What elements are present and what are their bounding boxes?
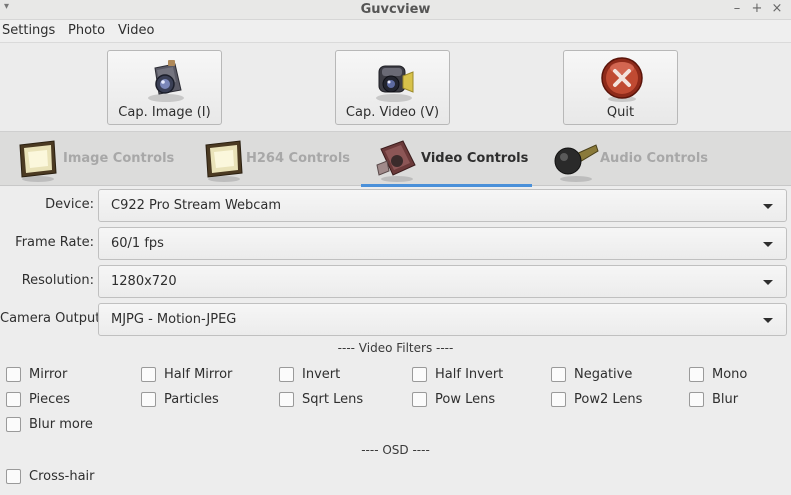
checkbox[interactable] bbox=[6, 417, 21, 432]
video-camera-icon bbox=[376, 65, 414, 102]
filter-label: Mono bbox=[712, 367, 748, 382]
tab-h264-controls[interactable]: H264 Controls bbox=[200, 132, 360, 186]
filter-label: Half Invert bbox=[435, 367, 504, 382]
chevron-down-icon bbox=[763, 204, 773, 209]
checkbox[interactable] bbox=[689, 367, 704, 382]
checkbox[interactable] bbox=[412, 367, 427, 382]
quit-button[interactable]: Quit bbox=[563, 50, 678, 125]
cap-image-label: Cap. Image (I) bbox=[118, 105, 211, 120]
checkbox[interactable] bbox=[141, 367, 156, 382]
frame-rate-combo[interactable]: 60/1 fps bbox=[98, 227, 787, 260]
checkbox[interactable] bbox=[412, 392, 427, 407]
checkbox[interactable] bbox=[279, 392, 294, 407]
cap-video-button[interactable]: Cap. Video (V) bbox=[335, 50, 450, 125]
filter-label: Particles bbox=[164, 392, 219, 407]
resolution-label: Resolution: bbox=[21, 273, 94, 288]
video-controls-panel: Device: C922 Pro Stream Webcam Frame Rat… bbox=[0, 187, 791, 495]
device-combo[interactable]: C922 Pro Stream Webcam bbox=[98, 189, 787, 222]
tab-audio-controls[interactable]: Audio Controls bbox=[552, 132, 722, 186]
menu-video[interactable]: Video bbox=[118, 23, 154, 38]
tab-image-controls[interactable]: Image Controls bbox=[14, 132, 184, 186]
chevron-down-icon bbox=[763, 318, 773, 323]
device-value: C922 Pro Stream Webcam bbox=[111, 198, 282, 213]
checkbox[interactable] bbox=[141, 392, 156, 407]
camera-output-combo[interactable]: MJPG - Motion-JPEG bbox=[98, 303, 787, 336]
filter-label: Pow Lens bbox=[435, 392, 496, 407]
cap-video-label: Cap. Video (V) bbox=[345, 105, 440, 120]
resolution-combo[interactable]: 1280x720 bbox=[98, 265, 787, 298]
checkbox[interactable] bbox=[6, 367, 21, 382]
filter-label: Invert bbox=[302, 367, 341, 382]
tab-h264-controls-label: H264 Controls bbox=[246, 151, 351, 166]
tab-bar: Image Controls H264 Controls Video Contr… bbox=[0, 131, 791, 187]
quit-label: Quit bbox=[606, 105, 635, 120]
window-title: Guvcview bbox=[360, 2, 431, 17]
filter-label: Blur more bbox=[29, 417, 93, 432]
checkbox[interactable] bbox=[6, 392, 21, 407]
checkbox[interactable] bbox=[279, 367, 294, 382]
filter-label: Blur bbox=[712, 392, 739, 407]
menu-bar: Settings Photo Video bbox=[0, 20, 791, 43]
filter-label: Sqrt Lens bbox=[302, 392, 364, 407]
image-controls-icon bbox=[19, 140, 57, 182]
tab-image-controls-label: Image Controls bbox=[63, 151, 175, 166]
checkbox[interactable] bbox=[551, 367, 566, 382]
checkbox[interactable] bbox=[551, 392, 566, 407]
close-icon[interactable]: × bbox=[770, 1, 784, 17]
video-filters-heading: ---- Video Filters ---- bbox=[337, 341, 454, 355]
menu-settings[interactable]: Settings bbox=[2, 23, 55, 38]
video-controls-icon bbox=[376, 140, 416, 182]
filter-label: Negative bbox=[574, 367, 633, 382]
chevron-down-icon bbox=[763, 280, 773, 285]
cap-image-button[interactable]: Cap. Image (I) bbox=[107, 50, 222, 125]
frame-rate-value: 60/1 fps bbox=[111, 236, 164, 251]
maximize-icon[interactable]: + bbox=[750, 1, 764, 17]
osd-label: Cross-hair bbox=[29, 469, 95, 484]
osd-heading: ---- OSD ---- bbox=[361, 443, 430, 457]
frame-rate-label: Frame Rate: bbox=[15, 235, 94, 250]
filter-label: Mirror bbox=[29, 367, 68, 382]
checkbox[interactable] bbox=[6, 469, 21, 484]
filter-label: Pow2 Lens bbox=[574, 392, 643, 407]
filter-label: Half Mirror bbox=[164, 367, 233, 382]
menu-photo[interactable]: Photo bbox=[68, 23, 105, 38]
title-bar: ▾ Guvcview – + × bbox=[0, 0, 791, 20]
checkbox[interactable] bbox=[689, 392, 704, 407]
camera-icon bbox=[148, 60, 184, 102]
h264-controls-icon bbox=[205, 140, 243, 182]
tab-video-controls[interactable]: Video Controls bbox=[361, 132, 532, 187]
microphone-icon bbox=[554, 144, 599, 182]
camera-output-value: MJPG - Motion-JPEG bbox=[111, 312, 237, 327]
quit-icon bbox=[601, 57, 643, 102]
resolution-value: 1280x720 bbox=[111, 274, 177, 289]
tab-video-controls-label: Video Controls bbox=[421, 151, 529, 166]
toolbar: Cap. Image (I) Cap. Video (V) Quit bbox=[0, 43, 791, 131]
device-label: Device: bbox=[45, 197, 94, 212]
tab-audio-controls-label: Audio Controls bbox=[600, 151, 709, 166]
chevron-down-icon bbox=[763, 242, 773, 247]
camera-output-label: Camera Output: bbox=[0, 311, 105, 326]
minimize-icon[interactable]: – bbox=[730, 1, 744, 17]
filter-label: Pieces bbox=[29, 392, 71, 407]
